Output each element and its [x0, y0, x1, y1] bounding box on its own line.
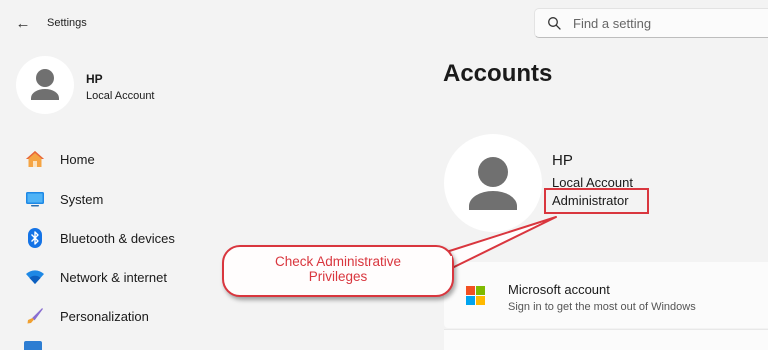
home-icon: [24, 148, 46, 170]
wifi-icon: [24, 266, 46, 288]
annotation-callout: Check Administrative Privileges: [222, 245, 454, 297]
sidebar-item-label: Bluetooth & devices: [60, 230, 175, 246]
sidebar-item-personalization[interactable]: Personalization: [16, 300, 216, 332]
microsoft-logo-icon: [466, 286, 485, 305]
user-icon: [31, 69, 59, 100]
partial-nav-icon: [24, 341, 42, 350]
user-icon: [469, 157, 517, 210]
sidebar-avatar[interactable]: [16, 56, 74, 114]
sidebar-item-label: Personalization: [60, 308, 149, 324]
profile-avatar[interactable]: [444, 134, 542, 232]
sidebar-item-network[interactable]: Network & internet: [16, 261, 216, 293]
sidebar-item-label: System: [60, 191, 104, 207]
app-title: Settings: [47, 17, 87, 29]
profile-name: HP: [552, 152, 573, 169]
callout-seam: [441, 256, 452, 268]
back-arrow-icon: ←: [15, 14, 31, 32]
sidebar-item-home[interactable]: Home: [16, 143, 216, 175]
profile-role: Administrator: [552, 193, 629, 208]
settings-window: ← Settings HP Local Account Home: [0, 0, 768, 350]
microsoft-account-card[interactable]: Microsoft account Sign in to get the mos…: [444, 262, 768, 328]
search-input[interactable]: [573, 14, 768, 32]
sidebar-item-system[interactable]: System: [16, 183, 216, 215]
sidebar-item-bluetooth[interactable]: Bluetooth & devices: [16, 222, 216, 254]
back-button[interactable]: ←: [14, 14, 32, 32]
brush-icon: [24, 305, 46, 327]
sidebar-item-label: Home: [60, 151, 95, 167]
callout-line-2: Privileges: [308, 269, 368, 284]
bluetooth-icon: [24, 227, 46, 249]
system-icon: [24, 188, 46, 210]
card-subtitle: Sign in to get the most out of Windows: [508, 301, 696, 313]
callout-line-1: Check Administrative: [274, 254, 402, 269]
sidebar-account-type: Local Account: [86, 90, 155, 102]
card-title: Microsoft account: [508, 282, 610, 297]
sidebar-item-label: Network & internet: [60, 269, 167, 285]
profile-role-highlight: Administrator: [544, 188, 649, 214]
page-title: Accounts: [443, 60, 553, 87]
search-box[interactable]: [534, 8, 768, 38]
next-card-partial[interactable]: [444, 329, 768, 350]
sidebar-user-name: HP: [86, 72, 103, 86]
search-icon: [548, 17, 561, 30]
